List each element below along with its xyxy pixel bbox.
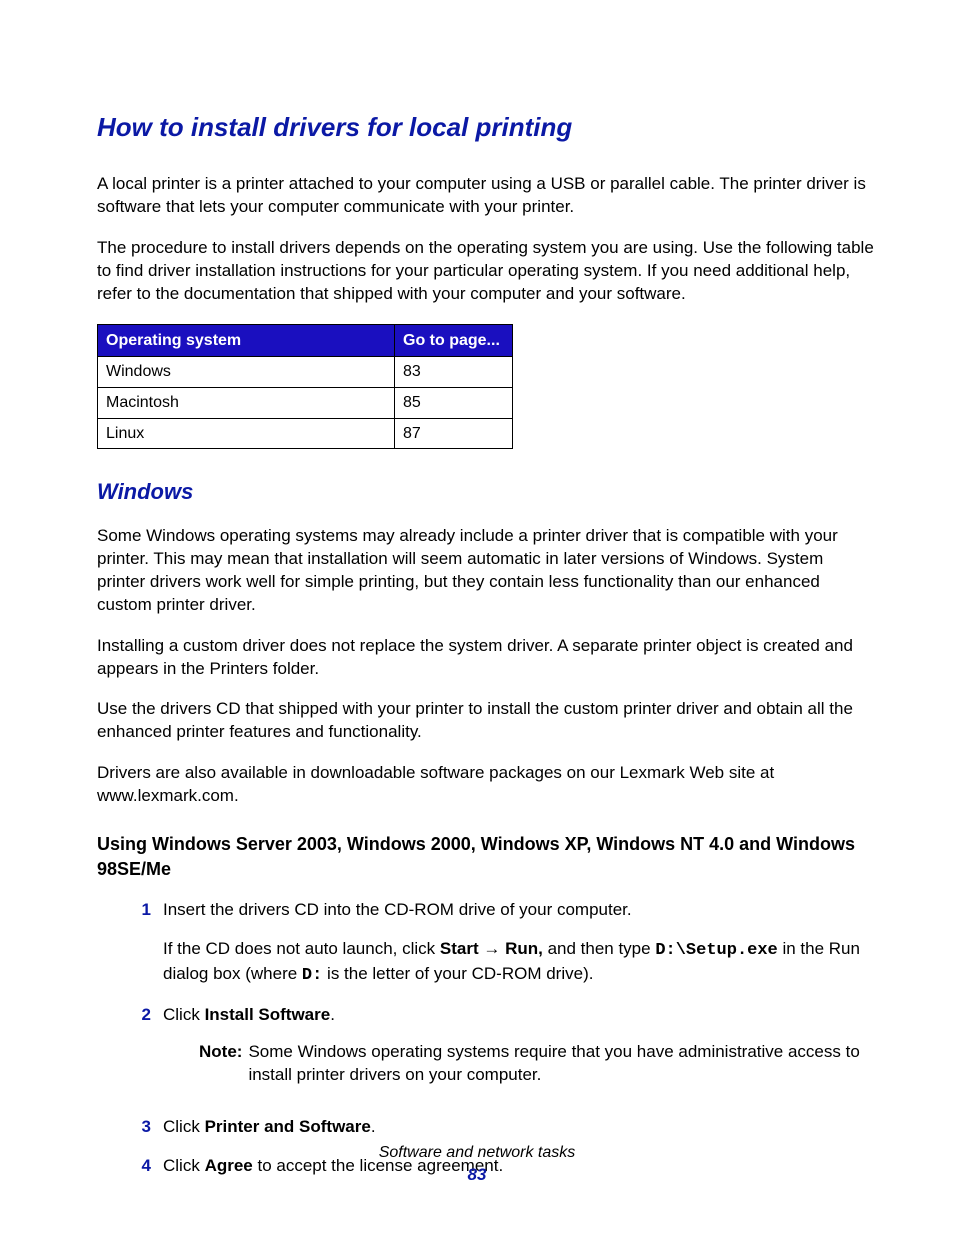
code-text: D:	[302, 966, 322, 985]
bold-text: Printer and Software	[205, 1117, 371, 1136]
note-text: Some Windows operating systems require t…	[248, 1041, 874, 1087]
step-2: 2 Click Install Software. Note: Some Win…	[125, 1004, 874, 1101]
page-footer: Software and network tasks 83	[0, 1142, 954, 1187]
text: .	[330, 1005, 335, 1024]
text: and then type	[543, 939, 655, 958]
text: .	[371, 1117, 376, 1136]
table-row: Macintosh 85	[98, 387, 513, 418]
step-1: 1 Insert the drivers CD into the CD-ROM …	[125, 899, 874, 988]
step-3: 3 Click Printer and Software.	[125, 1116, 874, 1139]
page-cell: 83	[395, 357, 513, 388]
bold-start: Start	[440, 939, 479, 958]
text: is the letter of your CD-ROM drive).	[322, 964, 593, 983]
step-text: Insert the drivers CD into the CD-ROM dr…	[163, 900, 632, 919]
os-cell: Windows	[98, 357, 395, 388]
page-cell: 87	[395, 418, 513, 449]
text: If the CD does not auto launch, click	[163, 939, 440, 958]
step-body: Click Printer and Software.	[163, 1116, 874, 1139]
section-heading-windows: Windows	[97, 477, 874, 507]
table-header-row: Operating system Go to page...	[98, 324, 513, 357]
windows-paragraph: Installing a custom driver does not repl…	[97, 635, 874, 681]
windows-paragraph: Some Windows operating systems may alrea…	[97, 525, 874, 617]
intro-paragraph-2: The procedure to install drivers depends…	[97, 237, 874, 306]
step-number: 1	[125, 899, 163, 988]
subsection-heading: Using Windows Server 2003, Windows 2000,…	[97, 832, 874, 881]
arrow-icon: →	[479, 939, 505, 958]
text: Click	[163, 1117, 205, 1136]
bold-run: Run,	[505, 939, 543, 958]
table-row: Windows 83	[98, 357, 513, 388]
code-text: D:\Setup.exe	[655, 941, 777, 960]
note-block: Note: Some Windows operating systems req…	[199, 1041, 874, 1087]
footer-page-number: 83	[0, 1164, 954, 1187]
text: Click	[163, 1005, 205, 1024]
col-header-page: Go to page...	[395, 324, 513, 357]
footer-title: Software and network tasks	[0, 1142, 954, 1164]
document-page: How to install drivers for local printin…	[0, 0, 954, 1235]
step-list: 1 Insert the drivers CD into the CD-ROM …	[125, 899, 874, 1179]
os-table: Operating system Go to page... Windows 8…	[97, 324, 513, 449]
col-header-os: Operating system	[98, 324, 395, 357]
step-body: Click Install Software. Note: Some Windo…	[163, 1004, 874, 1101]
os-cell: Macintosh	[98, 387, 395, 418]
step-body: Insert the drivers CD into the CD-ROM dr…	[163, 899, 874, 988]
page-cell: 85	[395, 387, 513, 418]
step-subtext: If the CD does not auto launch, click St…	[163, 938, 874, 988]
intro-paragraph-1: A local printer is a printer attached to…	[97, 173, 874, 219]
bold-text: Install Software	[205, 1005, 331, 1024]
os-cell: Linux	[98, 418, 395, 449]
note-label: Note:	[199, 1041, 248, 1087]
step-number: 2	[125, 1004, 163, 1101]
page-title: How to install drivers for local printin…	[97, 110, 874, 145]
step-number: 3	[125, 1116, 163, 1139]
windows-paragraph: Use the drivers CD that shipped with you…	[97, 698, 874, 744]
table-row: Linux 87	[98, 418, 513, 449]
windows-paragraph: Drivers are also available in downloadab…	[97, 762, 874, 808]
